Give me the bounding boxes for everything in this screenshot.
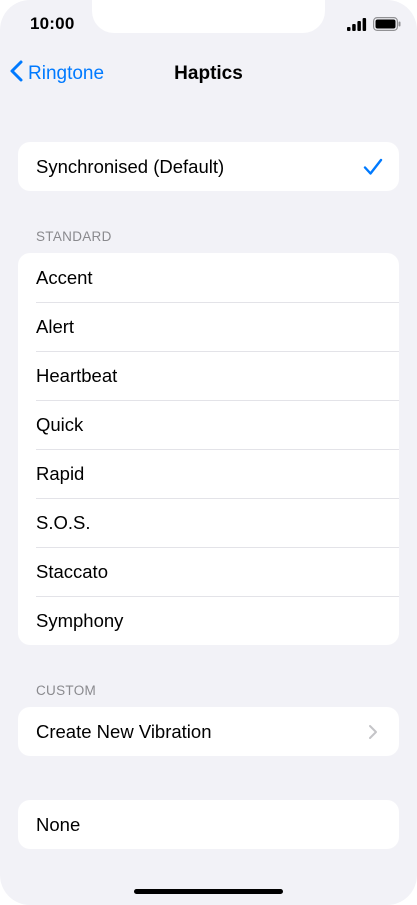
standard-group: Accent Alert Heartbeat Quick Rapid S.O.S… xyxy=(18,253,399,645)
list-item-label: Quick xyxy=(36,413,84,435)
list-item-none[interactable]: None xyxy=(18,800,399,849)
notch xyxy=(92,0,325,33)
list-item-label: Rapid xyxy=(36,462,85,484)
list-item-label: Synchronised (Default) xyxy=(36,155,225,177)
list-item-quick[interactable]: Quick xyxy=(18,400,399,449)
list-item-accent[interactable]: Accent xyxy=(18,253,399,302)
list-item-staccato[interactable]: Staccato xyxy=(18,547,399,596)
back-button[interactable]: Ringtone xyxy=(8,52,104,96)
section-header-custom: CUSTOM xyxy=(36,683,97,698)
checkmark-icon xyxy=(353,158,393,176)
list-item-label: Create New Vibration xyxy=(36,720,212,742)
navigation-bar: Ringtone Haptics xyxy=(0,52,417,96)
list-item-alert[interactable]: Alert xyxy=(18,302,399,351)
none-group: None xyxy=(18,800,399,849)
list-item-rapid[interactable]: Rapid xyxy=(18,449,399,498)
list-item-label: Accent xyxy=(36,266,93,288)
battery-icon xyxy=(373,17,401,36)
signal-bars-icon xyxy=(347,17,367,36)
list-item-sos[interactable]: S.O.S. xyxy=(18,498,399,547)
list-item-label: Symphony xyxy=(36,609,124,631)
list-item-heartbeat[interactable]: Heartbeat xyxy=(18,351,399,400)
section-header-standard: STANDARD xyxy=(36,229,112,244)
list-item-label: Staccato xyxy=(36,560,108,582)
custom-group: Create New Vibration xyxy=(18,707,399,756)
default-group: Synchronised (Default) xyxy=(18,142,399,191)
list-item-label: Heartbeat xyxy=(36,364,118,386)
list-item-symphony[interactable]: Symphony xyxy=(18,596,399,645)
home-indicator[interactable] xyxy=(134,889,283,894)
list-item-label: Alert xyxy=(36,315,75,337)
create-new-vibration-button[interactable]: Create New Vibration xyxy=(18,707,399,756)
status-icons xyxy=(347,17,401,36)
list-item-label: None xyxy=(36,813,81,835)
chevron-right-icon xyxy=(353,724,393,740)
list-item-label: S.O.S. xyxy=(36,511,91,533)
chevron-left-icon xyxy=(8,59,26,89)
status-time: 10:00 xyxy=(30,14,75,33)
list-item-synchronised-default[interactable]: Synchronised (Default) xyxy=(18,142,399,191)
phone-screen: 10:00 Ringtone Haptics Synchronised (Def… xyxy=(0,0,417,905)
back-button-label: Ringtone xyxy=(28,63,105,84)
